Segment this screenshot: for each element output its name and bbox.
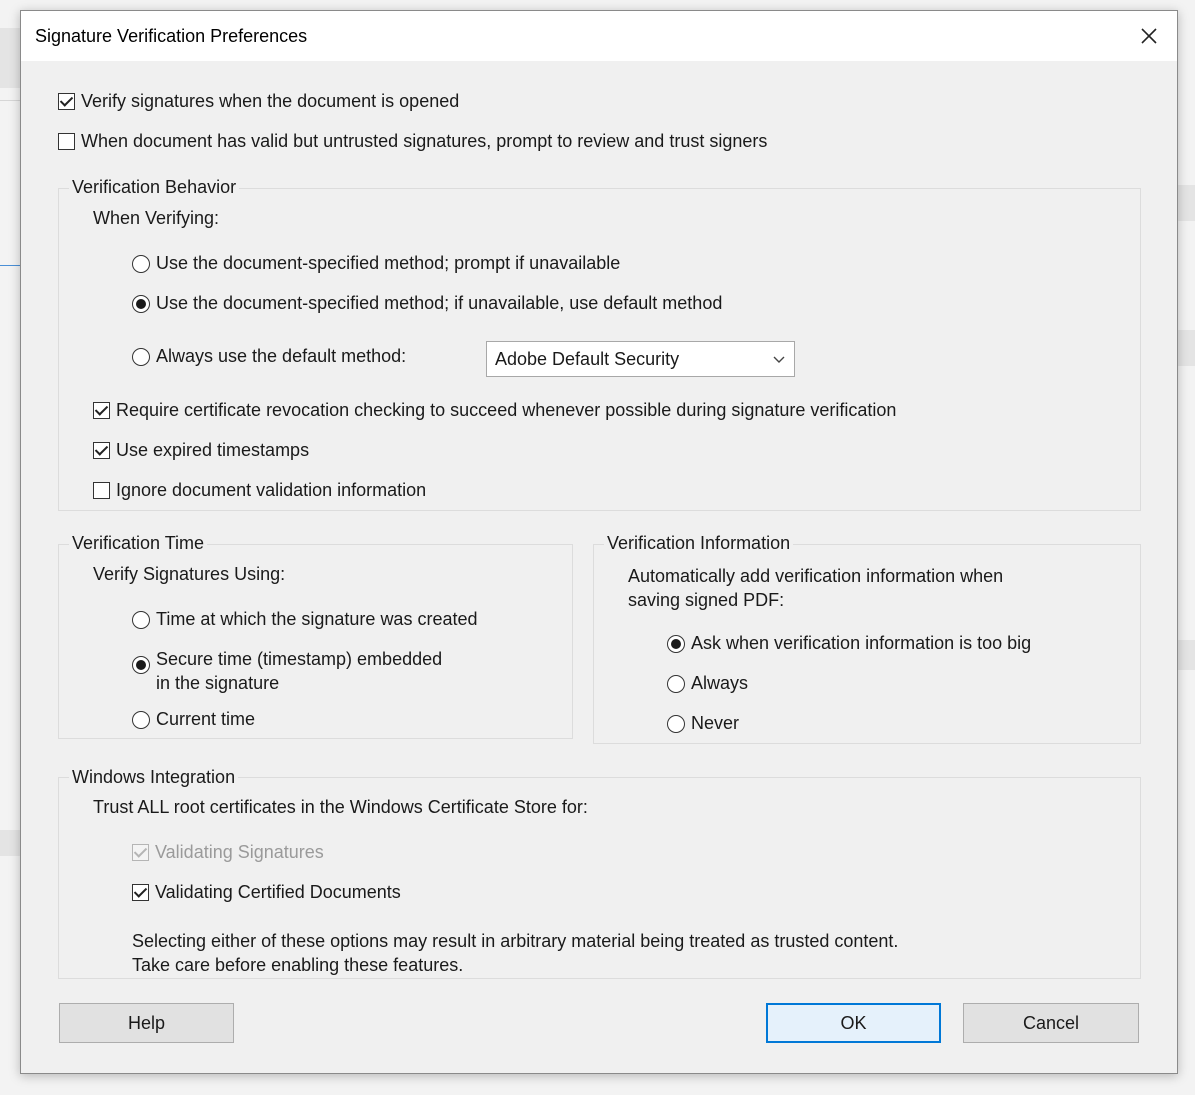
close-button[interactable] [1121,11,1177,61]
checkbox-label: Validating Certified Documents [155,882,401,902]
checkbox-box [58,133,75,150]
ok-button[interactable]: OK [766,1003,941,1043]
radio-button [132,294,150,313]
background-panel [0,28,20,88]
radio-label: Always use the default method: [156,346,407,366]
radio-button [132,254,150,273]
description-line2: saving signed PDF: [628,590,785,610]
use-expired-timestamps-checkbox[interactable]: Use expired timestamps [93,440,309,461]
radio-ask-when-too-big[interactable]: Ask when verification information is too… [667,633,1031,654]
checkbox-box [93,482,110,499]
radio-label: Secure time (timestamp) embedded in the … [156,647,442,695]
background-panel [1176,185,1195,221]
radio-use-default-if-unavailable[interactable]: Use the document-specified method; if un… [132,293,722,314]
warning-line1: Selecting either of these options may re… [132,931,899,951]
radio-current-time[interactable]: Current time [132,709,255,730]
background-line [0,100,20,101]
checkbox-label: Use expired timestamps [116,440,310,460]
radio-label: Time at which the signature was created [156,609,478,629]
radio-button [132,710,150,729]
prompt-untrusted-checkbox[interactable]: When document has valid but untrusted si… [58,131,767,152]
checkbox-label: When document has valid but untrusted si… [81,131,768,151]
radio-button [667,674,685,693]
description-line1: Automatically add verification informati… [628,566,1004,586]
require-revocation-checkbox[interactable]: Require certificate revocation checking … [93,400,896,421]
dialog-title: Signature Verification Preferences [35,26,308,46]
background-panel [1176,640,1195,670]
checkbox-box [132,884,149,901]
verification-information-legend: Verification Information [604,533,794,554]
radio-prompt-if-unavailable[interactable]: Use the document-specified method; promp… [132,253,620,274]
trust-root-certificates-label: Trust ALL root certificates in the Windo… [93,797,588,817]
verification-behavior-legend: Verification Behavior [69,177,240,198]
cancel-button[interactable]: Cancel [963,1003,1139,1043]
background-line [0,265,20,266]
validating-certified-documents-checkbox[interactable]: Validating Certified Documents [132,882,401,903]
checkbox-label: Validating Signatures [155,842,324,862]
radio-label: Use the document-specified method; promp… [156,253,621,273]
windows-integration-legend: Windows Integration [69,767,239,788]
radio-time-signature-created[interactable]: Time at which the signature was created [132,609,478,630]
default-method-dropdown[interactable]: Adobe Default Security [486,341,795,377]
chevron-down-icon [773,356,785,363]
verification-time-legend: Verification Time [69,533,208,554]
verify-on-open-checkbox[interactable]: Verify signatures when the document is o… [58,91,459,112]
radio-never[interactable]: Never [667,713,739,734]
radio-button [132,610,150,629]
signature-verification-dialog: Signature Verification Preferences Verif… [20,10,1178,1074]
dropdown-value: Adobe Default Security [495,348,680,369]
ignore-validation-checkbox[interactable]: Ignore document validation information [93,480,426,501]
checkbox-label: Ignore document validation information [116,480,427,500]
radio-always-default[interactable]: Always use the default method: [132,346,406,367]
radio-button [667,714,685,733]
checkbox-label: Require certificate revocation checking … [116,400,897,420]
radio-button [667,634,685,653]
radio-label: Always [691,673,749,693]
radio-label: Current time [156,709,256,729]
checkbox-label: Verify signatures when the document is o… [81,91,460,111]
close-icon [1141,28,1157,44]
radio-button [132,656,150,674]
title-bar: Signature Verification Preferences [21,11,1177,61]
radio-always[interactable]: Always [667,673,748,694]
radio-label: Ask when verification information is too… [691,633,1032,653]
help-button[interactable]: Help [59,1003,234,1043]
radio-label: Never [691,713,740,733]
checkbox-box [93,442,110,459]
verification-info-description: Automatically add verification informati… [628,564,1003,612]
radio-secure-timestamp[interactable]: Secure time (timestamp) embedded in the … [132,647,442,695]
radio-label-line1: Secure time (timestamp) embedded [156,649,443,669]
radio-label: Use the document-specified method; if un… [156,293,723,313]
radio-button [132,347,150,366]
checkbox-box [58,93,75,110]
verify-signatures-using-label: Verify Signatures Using: [93,564,286,584]
background-panel [0,830,20,856]
checkbox-box [132,844,149,861]
warning-line2: Take care before enabling these features… [132,955,464,975]
validating-signatures-checkbox[interactable]: Validating Signatures [132,842,324,863]
checkbox-box [93,402,110,419]
radio-label-line2: in the signature [156,673,280,693]
when-verifying-label: When Verifying: [93,208,220,228]
windows-integration-warning: Selecting either of these options may re… [132,929,898,977]
background-panel [1176,330,1195,366]
